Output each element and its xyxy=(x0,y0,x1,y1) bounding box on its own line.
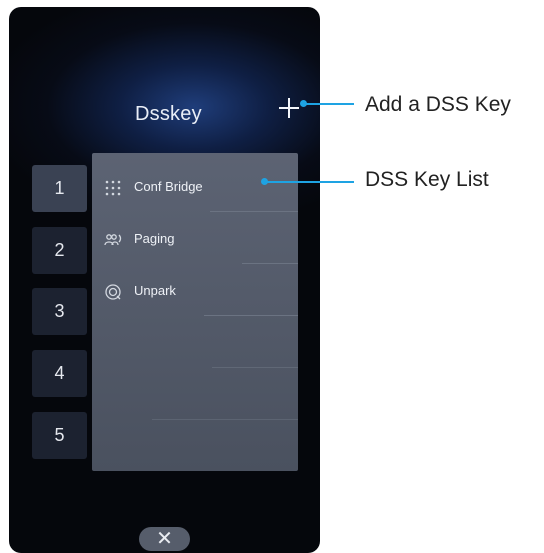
close-icon: ✕ xyxy=(156,528,173,550)
list-item[interactable]: Conf Bridge xyxy=(92,163,298,215)
divider xyxy=(210,211,298,212)
unpark-icon xyxy=(104,283,122,301)
page-title: Dsskey xyxy=(135,103,202,125)
list-item[interactable]: Unpark xyxy=(92,267,298,319)
list-item-label: Conf Bridge xyxy=(134,179,203,194)
paging-icon xyxy=(104,231,122,249)
tab-3[interactable]: 3 xyxy=(32,288,87,335)
tab-2[interactable]: 2 xyxy=(32,227,87,274)
list-item[interactable]: Paging xyxy=(92,215,298,267)
phone-screen: Dsskey 1 2 3 4 5 Conf Bridge Paging Unpa… xyxy=(9,7,320,553)
callout-line-list xyxy=(265,181,354,183)
tab-4[interactable]: 4 xyxy=(32,350,87,397)
divider xyxy=(242,263,298,264)
divider xyxy=(212,367,298,368)
tab-1[interactable]: 1 xyxy=(32,165,87,212)
divider xyxy=(152,419,298,420)
callout-add-label: Add a DSS Key xyxy=(365,93,511,116)
list-item-label: Paging xyxy=(134,231,175,246)
callout-list-label: DSS Key List xyxy=(365,168,489,191)
tab-5[interactable]: 5 xyxy=(32,412,87,459)
add-dsskey-button[interactable] xyxy=(277,95,303,121)
plus-icon-vertical xyxy=(288,98,290,118)
divider xyxy=(204,315,298,316)
list-item-label: Unpark xyxy=(134,283,176,298)
dsskey-list: Conf Bridge Paging Unpark xyxy=(92,153,298,471)
close-button[interactable]: ✕ xyxy=(139,527,190,551)
dialpad-grid-icon xyxy=(104,179,122,197)
callout-line-add xyxy=(304,103,354,105)
